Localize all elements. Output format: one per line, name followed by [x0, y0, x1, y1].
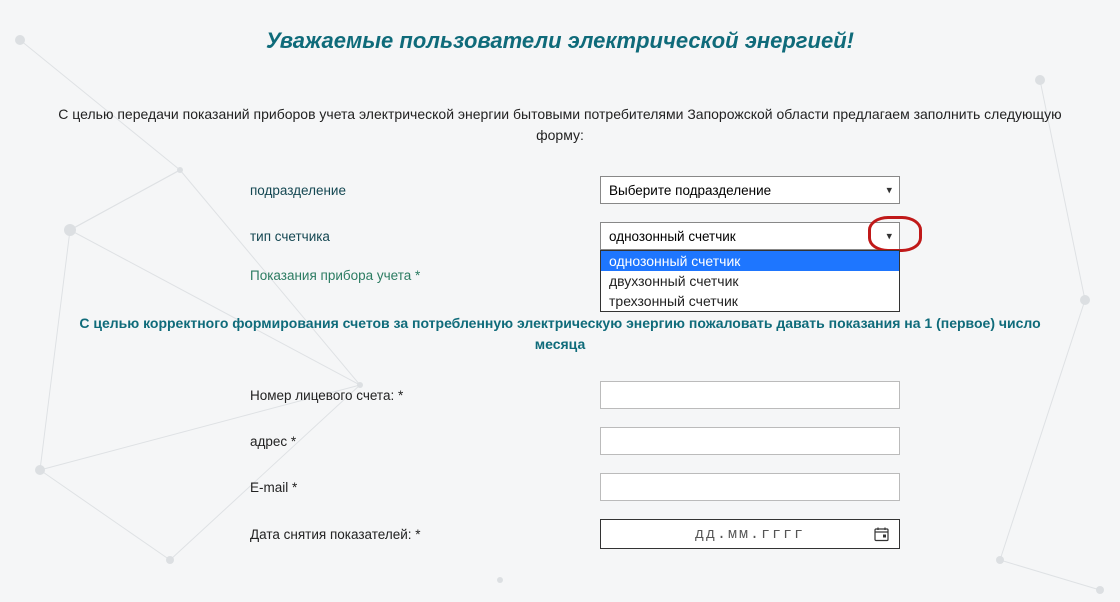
row-address: адрес *: [40, 427, 1080, 455]
row-readings: Показания прибора учета *: [40, 268, 1080, 283]
calendar-icon: [874, 527, 889, 542]
account-input[interactable]: [600, 381, 900, 409]
label-date: Дата снятия показателей: *: [40, 527, 600, 542]
date-placeholder: дд.мм.гггг: [695, 526, 805, 543]
subdivision-select[interactable]: Выберите подразделение: [600, 176, 900, 204]
date-input[interactable]: дд.мм.гггг: [600, 519, 900, 549]
meter-type-dropdown[interactable]: однозонный счетчик двухзонный счетчик тр…: [600, 250, 900, 312]
label-subdivision: подразделение: [40, 183, 600, 198]
row-account: Номер лицевого счета: *: [40, 381, 1080, 409]
row-meter-type: тип счетчика однозонный счетчик ▾ однозо…: [40, 222, 1080, 250]
billing-note: С целью корректного формирования счетов …: [60, 313, 1060, 355]
label-address: адрес *: [40, 434, 600, 449]
email-input[interactable]: [600, 473, 900, 501]
meter-type-option-2[interactable]: трехзонный счетчик: [601, 291, 899, 311]
label-account: Номер лицевого счета: *: [40, 388, 600, 403]
label-readings: Показания прибора учета *: [40, 268, 600, 283]
page-title: Уважаемые пользователи электрической эне…: [40, 28, 1080, 54]
address-input[interactable]: [600, 427, 900, 455]
label-email: E-mail *: [40, 480, 600, 495]
row-subdivision: подразделение Выберите подразделение ▾: [40, 176, 1080, 204]
row-date: Дата снятия показателей: * дд.мм.гггг: [40, 519, 1080, 549]
row-email: E-mail *: [40, 473, 1080, 501]
label-meter-type: тип счетчика: [40, 229, 600, 244]
meter-type-option-0[interactable]: однозонный счетчик: [601, 251, 899, 271]
form-content: Уважаемые пользователи электрической эне…: [0, 0, 1120, 549]
meter-type-option-1[interactable]: двухзонный счетчик: [601, 271, 899, 291]
intro-text: С целью передачи показаний приборов учет…: [40, 104, 1080, 146]
meter-type-select[interactable]: однозонный счетчик: [600, 222, 900, 250]
